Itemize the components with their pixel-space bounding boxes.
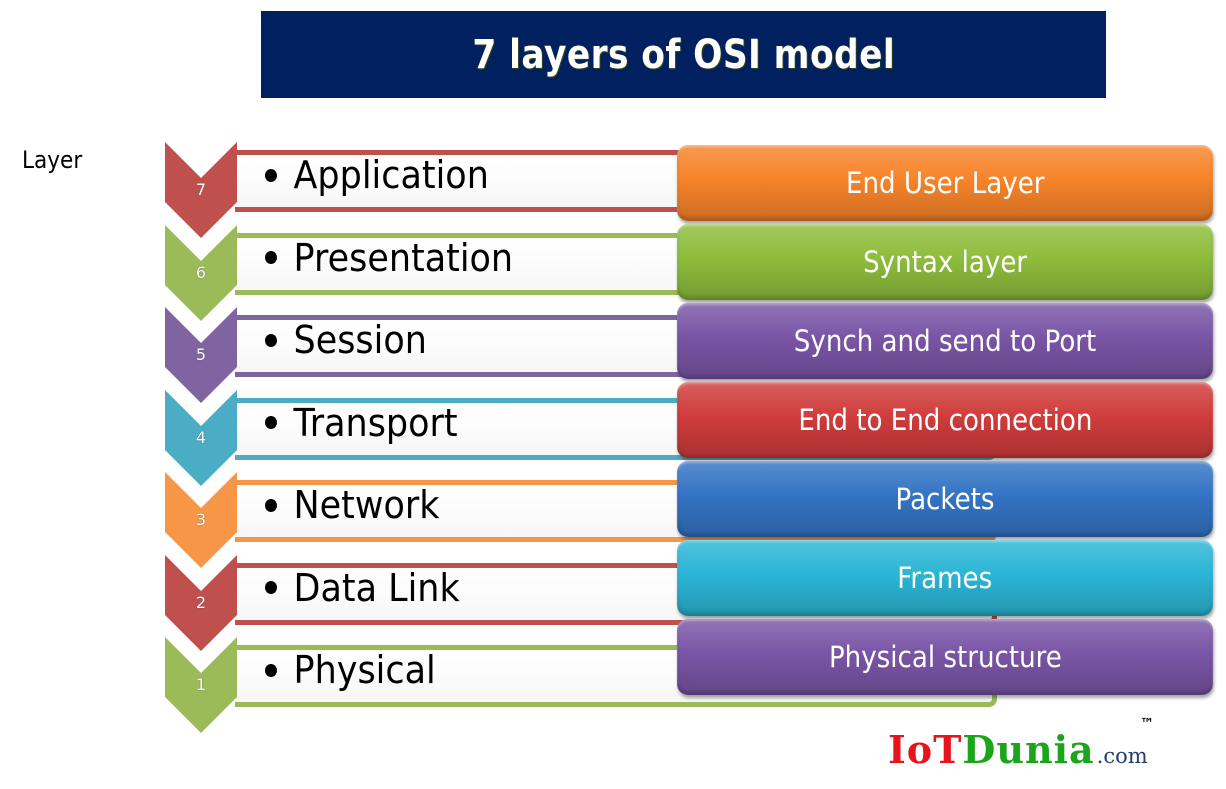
layer-description: Synch and send to Port: [793, 324, 1097, 358]
layer-heading: Layer: [22, 146, 83, 174]
layer-name: Application: [293, 153, 489, 197]
layer-label: Physical: [265, 648, 436, 692]
layer-description-box: Frames: [677, 540, 1213, 616]
layer-label: Transport: [265, 401, 458, 445]
page-title: 7 layers of OSI model: [472, 31, 895, 78]
layer-description-box: Synch and send to Port: [677, 303, 1213, 379]
layer-number: 5: [195, 345, 207, 364]
trademark-symbol: ™: [1140, 716, 1154, 732]
layer-name: Session: [293, 318, 427, 362]
layer-name: Presentation: [293, 235, 514, 280]
layer-name: Transport: [293, 400, 458, 445]
logo-part-dunia: Dunia: [962, 727, 1095, 772]
bullet-icon: [265, 498, 277, 512]
layer-number: 3: [195, 510, 207, 529]
layer-name: Network: [293, 483, 440, 527]
layer-description: Packets: [895, 482, 995, 516]
layer-label: Data Link: [265, 566, 460, 610]
layer-description: End to End connection: [797, 403, 1093, 437]
logo-suffix: .com: [1096, 744, 1148, 768]
layer-number: 6: [195, 262, 207, 282]
layer-number: 2: [195, 592, 207, 612]
layer-name: Physical: [293, 648, 436, 692]
layer-description: End User Layer: [845, 166, 1045, 200]
bullet-icon: [265, 416, 277, 429]
layer-label: Application: [265, 153, 489, 197]
layer-description-box: End User Layer: [677, 145, 1213, 221]
bullet-icon: [265, 581, 277, 594]
layer-label: Session: [265, 318, 427, 362]
title-banner: 7 layers of OSI model: [261, 11, 1106, 98]
layer-description-box: End to End connection: [677, 382, 1213, 458]
layer-description-box: Syntax layer: [677, 224, 1213, 300]
layer-description: Frames: [897, 561, 993, 595]
layer-description: Physical structure: [828, 640, 1062, 674]
layer-number: 7: [195, 180, 207, 199]
layer-description-box: Packets: [677, 461, 1213, 537]
bullet-icon: [265, 663, 277, 677]
layer-number: 1: [195, 675, 207, 694]
iotdunia-logo: IoT Dunia .com ™: [888, 716, 1154, 772]
logo-part-iot: IoT: [888, 727, 963, 772]
layer-number: 4: [195, 427, 207, 447]
layer-label: Presentation: [265, 236, 513, 280]
layer-description-box: Physical structure: [677, 619, 1213, 695]
bullet-icon: [265, 333, 277, 347]
bullet-icon: [265, 168, 277, 182]
layer-label: Network: [265, 483, 439, 527]
bullet-icon: [265, 251, 277, 264]
layer-name: Data Link: [293, 565, 460, 610]
layer-description: Syntax layer: [862, 245, 1027, 279]
